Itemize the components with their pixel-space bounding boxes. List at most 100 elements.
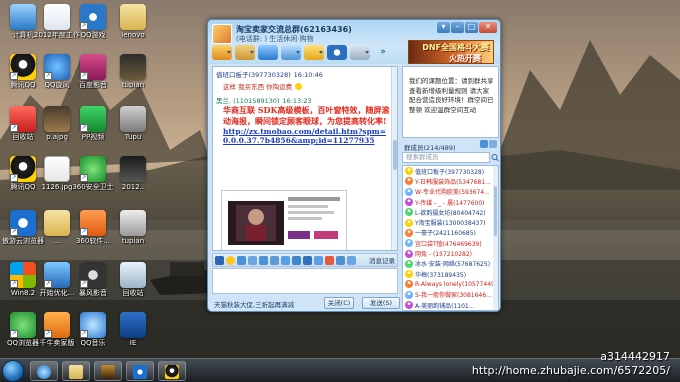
member-avatar-icon: [405, 270, 413, 279]
qq-penguin-icon: ↗: [10, 156, 36, 182]
emoji-icon[interactable]: [226, 255, 235, 265]
member-item[interactable]: Y-传媒 - _ - 晨(1477600): [403, 197, 498, 207]
member-avatar-icon: [405, 280, 413, 289]
skin-icon[interactable]: ▾: [437, 22, 450, 33]
watermark-user: a314442917: [600, 350, 670, 363]
member-search-input[interactable]: 搜索群成员: [402, 152, 490, 163]
settings-icon[interactable]: [350, 45, 370, 60]
qq-penguin-icon: [165, 365, 179, 379]
member-item[interactable]: 冰水·安装·网络(57687625): [403, 259, 498, 269]
desktop-icon-lenovo[interactable]: lenovo: [110, 4, 156, 39]
chat-scrollbar[interactable]: [391, 67, 397, 250]
expand-icon[interactable]: [489, 140, 497, 148]
desktop-icon-tupian-2[interactable]: tupian: [110, 210, 156, 245]
close-button[interactable]: ✕: [479, 22, 497, 33]
smile-emoji-icon: [295, 83, 303, 90]
ad-message: 华商互联 SDK高级模板，百叶窗特效，随屏滚动海报，瞬间锁定顾客眼球，为您提高转…: [223, 105, 391, 145]
member-item[interactable]: 宜口袋T恤(476469639): [403, 238, 498, 248]
qq-browser-icon: ↗: [10, 312, 36, 338]
music-icon[interactable]: [292, 255, 301, 265]
magic-icon[interactable]: [237, 255, 246, 265]
message-input[interactable]: [212, 268, 398, 294]
group-share-icon[interactable]: [235, 45, 255, 60]
message-text: 这样 我买东西 你掏运费: [223, 81, 303, 92]
edit-icon[interactable]: [270, 255, 279, 265]
taskbar-item-maxthon[interactable]: [126, 361, 154, 381]
file-icon[interactable]: [314, 255, 323, 265]
taskbar-item-qq[interactable]: [158, 361, 186, 381]
folder-icon: [69, 365, 83, 379]
shake-icon[interactable]: [248, 255, 257, 265]
list-view-icon[interactable]: [480, 140, 488, 148]
member-item[interactable]: 值班口板子(397730328): [403, 166, 498, 176]
minimize-button[interactable]: –: [451, 22, 464, 33]
optimize-icon: ↗: [44, 262, 70, 288]
member-name: 值班口板子(397730328): [415, 168, 485, 176]
group-home-icon[interactable]: [212, 45, 232, 60]
member-avatar-icon: [405, 228, 413, 237]
desktop-icon-ie[interactable]: IE: [110, 312, 156, 347]
maximize-button[interactable]: □: [465, 22, 478, 33]
video-call-icon[interactable]: [281, 45, 301, 60]
desktop-icon-tupu[interactable]: Tupu: [110, 106, 156, 141]
taskbar-item-game[interactable]: [94, 361, 122, 381]
game-icon: [101, 365, 115, 379]
game-ad-banner[interactable]: DNF全国格斗大赛 火热开赛: [408, 40, 494, 64]
more-icon[interactable]: »: [373, 45, 393, 60]
qq-music-icon: ↗: [80, 312, 106, 338]
qianniu-icon: ↗: [44, 312, 70, 338]
member-item[interactable]: R-Always lonely(105774492): [403, 279, 498, 289]
chat-history[interactable]: 值班口板子(397730328) 16:10:46 这样 我买东西 你掏运费 黑…: [212, 66, 398, 251]
maxthon-icon: ↗: [10, 210, 36, 236]
promo-tip[interactable]: 天猫秋装大促,三折起再满减: [214, 299, 294, 309]
member-avatar-icon: [405, 249, 413, 258]
image-icon[interactable]: [281, 255, 290, 265]
document-icon: [44, 4, 70, 30]
window-controls: ▾ – □ ✕: [437, 22, 497, 33]
member-name: 一豪子(2421160685): [415, 230, 476, 238]
member-name: W-专业代购欧美(593674...: [415, 189, 490, 197]
close-chat-button[interactable]: 关闭(C): [324, 297, 354, 309]
taskbar-item-ie[interactable]: [30, 361, 58, 381]
qq-app-icon[interactable]: [327, 45, 347, 60]
record-icon[interactable]: [336, 255, 345, 265]
computer-icon: [10, 4, 36, 30]
member-list[interactable]: 值班口板子(397730328) Y-日韩服装饰品(5347681... W-专业代…: [402, 165, 499, 311]
message-history-button[interactable]: 消息记录: [369, 255, 395, 265]
member-item[interactable]: 网兔 - (157210282): [403, 248, 498, 258]
member-item[interactable]: Y淘宝服装(1300038437): [403, 217, 498, 227]
screenshot-icon[interactable]: [303, 255, 312, 265]
window-titlebar[interactable]: 淘宝卖家交流总群(62163436) (电话群: ) 生活休闲·购物 ▾ – □…: [208, 20, 500, 64]
app-center-icon[interactable]: [304, 45, 324, 60]
qq-game-icon: ↗: [80, 4, 106, 30]
ad-product-image[interactable]: [221, 190, 347, 250]
member-item[interactable]: L-欲韵摄女坊(80404742): [403, 207, 498, 217]
gift-icon[interactable]: [325, 255, 334, 265]
desktop-icon-2012[interactable]: 2012..: [110, 156, 156, 191]
voice-icon[interactable]: [259, 255, 268, 265]
member-item[interactable]: 一豪子(2421160685): [403, 228, 498, 238]
group-avatar[interactable]: [212, 24, 232, 44]
qq-group-chat-window[interactable]: 淘宝卖家交流总群(62163436) (电话群: ) 生活休闲·购物 ▾ – □…: [207, 19, 501, 312]
member-item[interactable]: S-我一般你做家(3081646...: [403, 290, 498, 300]
desktop-icon-tupian[interactable]: tupian: [110, 54, 156, 89]
ad-link[interactable]: http://zx.tmobao.com/detail.htm?spm=0.0.…: [223, 127, 391, 145]
baidu-player-icon: ↗: [80, 54, 106, 80]
member-name: Y淘宝服装(1300038437): [415, 220, 486, 228]
send-button[interactable]: 发送(S): [362, 297, 400, 309]
group-album-icon[interactable]: [258, 45, 278, 60]
member-item[interactable]: A-美丽韵铺品(1101...: [403, 300, 498, 310]
calendar-icon[interactable]: [347, 255, 356, 265]
taskbar-item-explorer[interactable]: [62, 361, 90, 381]
desktop-icon-recycle-bin[interactable]: 回收站: [110, 262, 156, 297]
font-icon[interactable]: [215, 255, 224, 265]
search-icon[interactable]: [491, 152, 499, 163]
member-item[interactable]: W-专业代购欧美(593674...: [403, 187, 498, 197]
start-button[interactable]: [2, 360, 24, 382]
member-item[interactable]: Y-日韩服装饰品(5347681...: [403, 176, 498, 186]
recycle-bin-icon: [120, 262, 146, 288]
ad-image-graphic: [222, 191, 346, 250]
member-item[interactable]: 华梅(373189435): [403, 269, 498, 279]
member-avatar-icon: [405, 177, 413, 186]
member-scrollbar[interactable]: [493, 166, 498, 310]
